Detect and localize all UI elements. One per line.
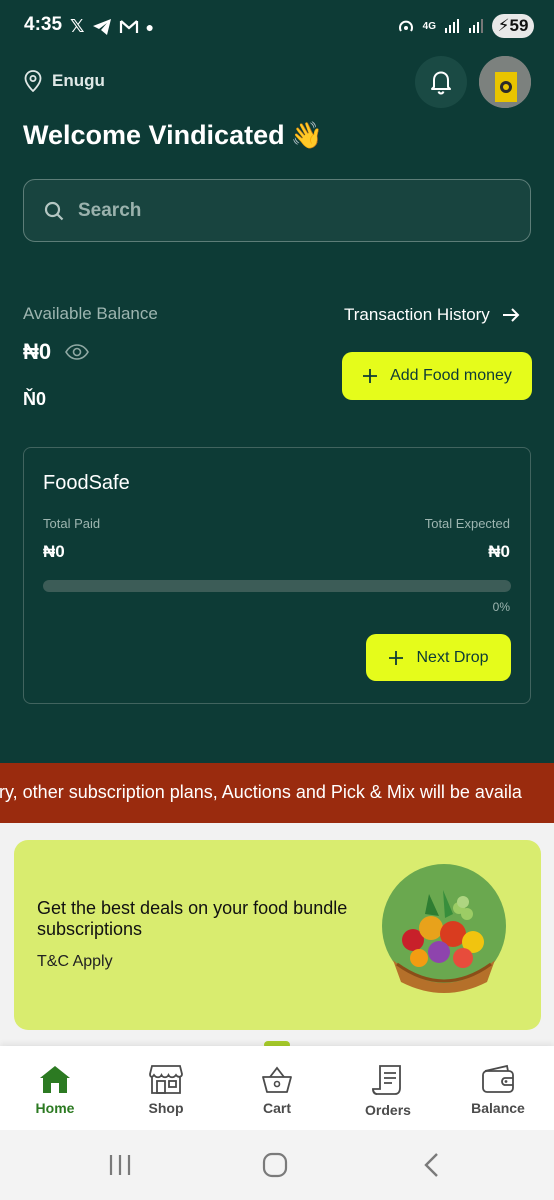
dot-icon: ● (145, 18, 154, 35)
balance-amount-row: ₦0 (23, 339, 90, 365)
eye-icon[interactable] (65, 344, 90, 360)
plus-icon (363, 369, 378, 383)
nav-balance-label: Balance (471, 1100, 525, 1116)
fruit-basket-image (382, 864, 506, 993)
nav-shop-label: Shop (148, 1100, 184, 1116)
avatar-image (479, 56, 531, 108)
home-icon (40, 1066, 70, 1093)
location-label: Enugu (52, 71, 105, 90)
nav-shop[interactable]: Shop (121, 1064, 211, 1116)
telegram-icon (92, 18, 111, 35)
foodsafe-title: FoodSafe (43, 472, 130, 494)
search-icon (44, 201, 64, 220)
transaction-history-label: Transaction History (344, 305, 490, 324)
signal-icon (445, 19, 459, 33)
home-button-icon[interactable] (262, 1152, 288, 1178)
back-icon[interactable] (422, 1152, 440, 1178)
promo-title: Get the best deals on your food bundle s… (37, 898, 348, 939)
gmail-icon (119, 19, 138, 33)
cart-icon (262, 1066, 292, 1093)
add-food-money-button[interactable]: Add Food money (342, 352, 532, 400)
ticker-text: very, other subscription plans, Auctions… (0, 782, 522, 802)
nav-home-label: Home (35, 1100, 75, 1116)
status-notification-icons: 𝕏 ● (70, 16, 154, 37)
search-input[interactable]: Search (23, 179, 531, 242)
balance-label: Available Balance (23, 304, 158, 323)
next-drop-button[interactable]: Next Drop (366, 634, 511, 681)
balance-amount: ₦0 (23, 339, 52, 364)
welcome-text: Welcome Vindicated (23, 120, 285, 150)
foodsafe-progress-bar (43, 580, 511, 592)
total-expected-value: ₦0 (488, 542, 510, 561)
nav-cart-label: Cart (262, 1100, 291, 1116)
add-food-money-label: Add Food money (390, 367, 512, 384)
announcement-ticker: very, other subscription plans, Auctions… (0, 763, 554, 823)
profile-avatar[interactable] (479, 56, 531, 108)
location-selector[interactable]: Enugu (24, 70, 105, 92)
welcome-heading: Welcome Vindicated 👋 (23, 120, 323, 151)
signal-icon-2 (469, 19, 483, 33)
bell-icon (431, 71, 451, 95)
notifications-button[interactable] (415, 56, 467, 108)
nav-cart[interactable]: Cart (232, 1064, 322, 1116)
shop-icon (149, 1065, 183, 1094)
total-paid-label: Total Paid (43, 516, 101, 531)
orders-icon (372, 1065, 401, 1095)
wallet-icon (482, 1064, 514, 1093)
balance-secondary-amount: Ň0 (23, 389, 47, 409)
battery-indicator: ⚡ 59 (492, 14, 534, 38)
recent-apps-icon[interactable] (107, 1153, 133, 1177)
promo-terms: T&C Apply (37, 953, 113, 970)
arrow-right-icon (502, 308, 520, 322)
status-system-icons: 4G ⚡ 59 (397, 14, 534, 38)
network-type: 4G (422, 20, 436, 32)
transaction-history-link[interactable]: Transaction History (344, 305, 520, 325)
foodsafe-progress-text: 0% (492, 600, 510, 614)
nav-balance[interactable]: Balance (453, 1064, 543, 1116)
nav-home[interactable]: Home (10, 1064, 100, 1116)
status-time: 4:35 (24, 14, 63, 35)
x-app-icon: 𝕏 (70, 16, 85, 36)
plus-icon (389, 650, 404, 665)
next-drop-label: Next Drop (416, 648, 489, 666)
search-placeholder: Search (78, 199, 142, 221)
nav-orders-label: Orders (365, 1102, 411, 1118)
hotspot-icon (398, 20, 413, 32)
total-paid-value: ₦0 (43, 542, 65, 561)
wave-emoji: 👋 (290, 120, 323, 150)
total-expected-label: Total Expected (424, 516, 510, 531)
location-pin-icon (24, 70, 42, 92)
nav-orders[interactable]: Orders (343, 1064, 433, 1118)
